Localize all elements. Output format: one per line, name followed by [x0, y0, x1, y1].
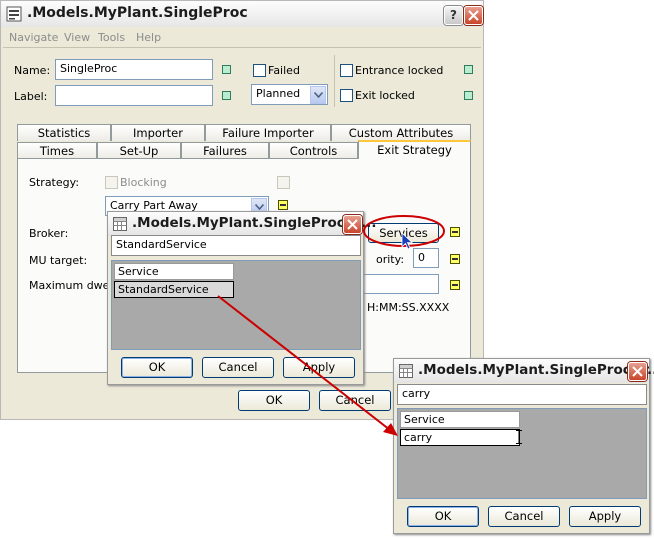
entrance-inherit-indicator[interactable] — [464, 65, 473, 74]
main-titlebar[interactable]: .Models.MyPlant.SingleProc ? — [1, 1, 483, 27]
entrance-locked-checkbox[interactable] — [340, 64, 353, 77]
planned-select[interactable]: Planned — [251, 84, 328, 105]
exit-inherit-indicator[interactable] — [464, 91, 473, 100]
services-dialog-filtered: .Models.MyPlant.SingleProc.tr... carry S… — [393, 358, 654, 534]
close-button[interactable] — [464, 6, 483, 25]
services-dialog-close-button[interactable] — [343, 215, 362, 234]
table-icon — [399, 364, 413, 381]
chevron-down-icon — [255, 204, 264, 210]
priority-edit-icon[interactable] — [450, 254, 460, 264]
priority-label: ority: — [376, 253, 405, 266]
filtered-dialog-cancel-button[interactable]: Cancel — [488, 506, 560, 527]
label-label: Label: — [14, 90, 48, 103]
mu-target-label: MU target: — [29, 254, 88, 267]
tab-statistics[interactable]: Statistics — [17, 124, 111, 141]
services-dialog-titlebar[interactable]: .Models.MyPlant.SingleProc.tr... — [108, 212, 376, 236]
chevron-down-icon — [314, 92, 323, 98]
main-ok-button[interactable]: OK — [238, 390, 310, 411]
name-input[interactable]: SingleProc — [55, 59, 213, 80]
tab-controls[interactable]: Controls — [269, 142, 358, 159]
strategy-edit-icon[interactable] — [278, 200, 288, 210]
tab-failures[interactable]: Failures — [181, 142, 269, 159]
tab-exit-strategy[interactable]: Exit Strategy — [358, 140, 471, 159]
services-dialog-ok-button[interactable]: OK — [121, 357, 193, 378]
vertical-divider — [334, 55, 335, 107]
blocking-checkbox[interactable] — [105, 176, 118, 189]
app-icon — [6, 6, 22, 22]
filtered-dialog-apply-button[interactable]: Apply — [569, 506, 641, 527]
entrance-locked-label: Entrance locked — [355, 64, 444, 77]
services-dialog-cancel-button[interactable]: Cancel — [202, 357, 274, 378]
planned-dropdown-button[interactable] — [310, 86, 326, 104]
list-item-service[interactable]: Service — [114, 263, 234, 280]
table-icon — [113, 217, 127, 234]
time-format-hint: H:MM:SS.XXXX — [367, 301, 450, 314]
filtered-search-input[interactable]: carry — [397, 384, 647, 405]
failed-checkbox[interactable] — [253, 64, 266, 77]
exit-locked-label: Exit locked — [355, 89, 415, 102]
failed-label: Failed — [268, 64, 300, 77]
strategy-label: Strategy: — [29, 176, 80, 189]
name-inherit-indicator[interactable] — [222, 65, 231, 74]
help-icon: ? — [450, 8, 457, 22]
priority-input[interactable]: 0 — [413, 248, 439, 268]
help-button[interactable]: ? — [444, 6, 463, 25]
max-dwell-input[interactable] — [361, 274, 439, 294]
tab-custom-attributes[interactable]: Custom Attributes — [331, 124, 471, 141]
blocking-inherit-checkbox[interactable] — [277, 176, 290, 189]
planned-value: Planned — [256, 87, 301, 100]
services-edit-icon[interactable] — [450, 227, 460, 237]
services-dialog-apply-button[interactable]: Apply — [283, 357, 355, 378]
filtered-dialog-titlebar[interactable]: .Models.MyPlant.SingleProc.tr... — [394, 359, 654, 383]
menu-tools[interactable]: Tools — [98, 31, 125, 44]
list-item-carry[interactable]: carry — [400, 429, 520, 446]
menu-help[interactable]: Help — [136, 31, 161, 44]
blocking-label: Blocking — [120, 176, 167, 189]
close-icon — [468, 10, 479, 21]
menu-navigate[interactable]: Navigate — [9, 31, 58, 44]
filtered-dialog-ok-button[interactable]: OK — [407, 506, 479, 527]
label-inherit-indicator[interactable] — [222, 91, 231, 100]
exit-locked-checkbox[interactable] — [340, 89, 353, 102]
main-cancel-button[interactable]: Cancel — [319, 390, 391, 411]
max-dwell-edit-icon[interactable] — [450, 280, 460, 290]
services-dialog: .Models.MyPlant.SingleProc.tr... Standar… — [107, 211, 376, 385]
text-cursor-icon — [516, 430, 522, 447]
filtered-dialog-close-button[interactable] — [628, 362, 647, 381]
menu-divider — [3, 47, 481, 48]
tab-times[interactable]: Times — [17, 142, 97, 159]
main-title: .Models.MyPlant.SingleProc — [27, 5, 248, 21]
tab-importer[interactable]: Importer — [111, 124, 205, 141]
filtered-dialog-title: .Models.MyPlant.SingleProc.tr... — [418, 362, 654, 378]
services-list: Service StandardService — [111, 260, 361, 350]
name-label: Name: — [14, 64, 51, 77]
list-item-service[interactable]: Service — [400, 411, 520, 428]
list-item-standardservice[interactable]: StandardService — [114, 281, 234, 298]
services-dialog-title: .Models.MyPlant.SingleProc.tr... — [132, 215, 377, 231]
tab-setup[interactable]: Set-Up — [97, 142, 181, 159]
close-icon — [632, 366, 643, 377]
menu-view[interactable]: View — [64, 31, 90, 44]
services-button[interactable]: Services — [368, 223, 439, 243]
broker-label: Broker: — [29, 227, 69, 240]
tab-failure-importer[interactable]: Failure Importer — [205, 124, 331, 141]
label-input[interactable] — [55, 85, 213, 106]
services-search-input[interactable]: StandardService — [111, 235, 361, 256]
close-icon — [347, 219, 358, 230]
filtered-list: Service carry — [397, 408, 647, 499]
